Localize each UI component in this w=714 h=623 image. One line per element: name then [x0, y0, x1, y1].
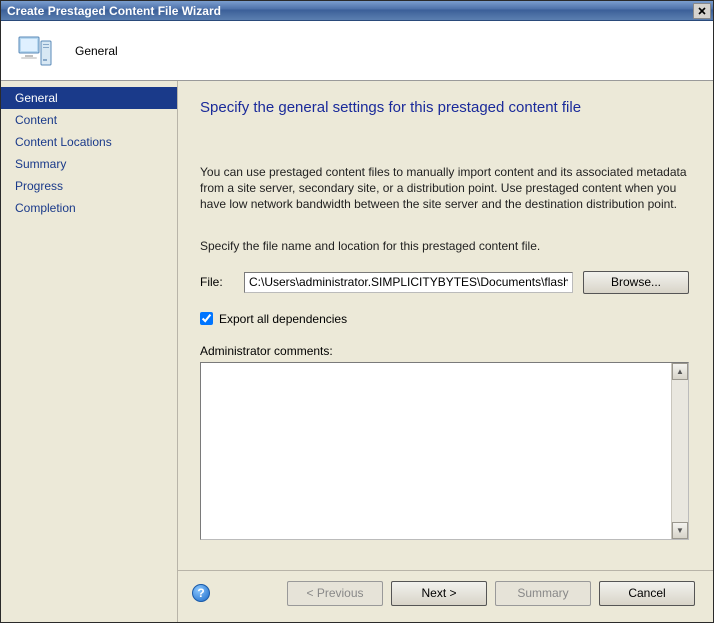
page-heading: Specify the general settings for this pr… — [200, 99, 689, 116]
sidebar-step-content-locations[interactable]: Content Locations — [1, 131, 177, 153]
sidebar-label: Summary — [15, 157, 66, 171]
scroll-down-icon[interactable]: ▼ — [672, 522, 688, 539]
file-row: File: Browse... — [200, 271, 689, 294]
close-button[interactable] — [693, 3, 711, 19]
page-description: You can use prestaged content files to m… — [200, 164, 689, 213]
export-dependencies-checkbox[interactable] — [200, 312, 213, 325]
previous-button[interactable]: < Previous — [287, 581, 383, 606]
close-icon — [698, 7, 706, 15]
next-button[interactable]: Next > — [391, 581, 487, 606]
sidebar-step-general[interactable]: General — [1, 87, 177, 109]
sidebar-label: General — [15, 91, 58, 105]
file-path-input[interactable] — [244, 272, 573, 293]
scroll-track[interactable] — [672, 380, 688, 522]
header-step-title: General — [75, 44, 118, 58]
file-label: File: — [200, 275, 234, 289]
window-title: Create Prestaged Content File Wizard — [7, 4, 221, 18]
sidebar-step-progress[interactable]: Progress — [1, 175, 177, 197]
wizard-content: Specify the general settings for this pr… — [178, 81, 713, 622]
sidebar-step-content[interactable]: Content — [1, 109, 177, 131]
scroll-up-icon[interactable]: ▲ — [672, 363, 688, 380]
wizard-footer: ? < Previous Next > Summary Cancel — [178, 570, 713, 616]
comments-container: ▲ ▼ — [200, 362, 689, 540]
sidebar-step-summary[interactable]: Summary — [1, 153, 177, 175]
comments-scrollbar[interactable]: ▲ ▼ — [671, 363, 688, 539]
export-dependencies-label: Export all dependencies — [219, 312, 347, 326]
export-dependencies-row[interactable]: Export all dependencies — [200, 312, 689, 326]
wizard-header: General — [1, 21, 713, 81]
comments-label: Administrator comments: — [200, 344, 689, 358]
help-icon[interactable]: ? — [192, 584, 210, 602]
comments-textarea[interactable] — [201, 363, 671, 539]
page-instruction: Specify the file name and location for t… — [200, 239, 689, 253]
cancel-button[interactable]: Cancel — [599, 581, 695, 606]
browse-button[interactable]: Browse... — [583, 271, 689, 294]
sidebar-label: Progress — [15, 179, 63, 193]
title-bar[interactable]: Create Prestaged Content File Wizard — [1, 1, 713, 21]
computer-icon — [15, 31, 55, 71]
sidebar-label: Content Locations — [15, 135, 112, 149]
wizard-sidebar: General Content Content Locations Summar… — [1, 81, 177, 622]
sidebar-label: Completion — [15, 201, 76, 215]
sidebar-label: Content — [15, 113, 57, 127]
wizard-window: Create Prestaged Content File Wizard Gen… — [0, 0, 714, 623]
sidebar-step-completion[interactable]: Completion — [1, 197, 177, 219]
wizard-body: General Content Content Locations Summar… — [1, 81, 713, 622]
summary-button[interactable]: Summary — [495, 581, 591, 606]
